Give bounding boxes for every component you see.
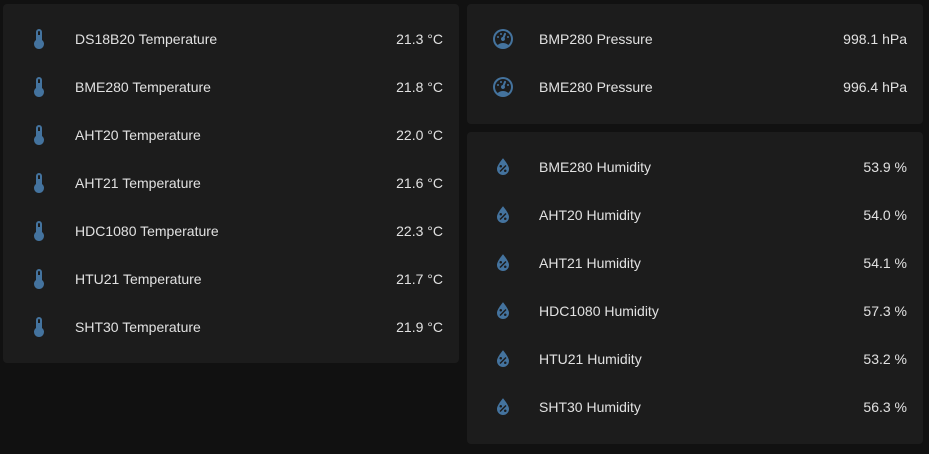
humidity-row-bme280[interactable]: BME280 Humidity 53.9 % bbox=[467, 143, 923, 191]
thermometer-icon bbox=[27, 27, 51, 51]
entity-value: 53.9 % bbox=[863, 159, 907, 175]
thermometer-icon bbox=[27, 75, 51, 99]
temperature-row-htu21[interactable]: HTU21 Temperature 21.7 °C bbox=[3, 255, 459, 303]
pressure-row-bme280[interactable]: BME280 Pressure 996.4 hPa bbox=[467, 63, 923, 111]
thermometer-icon bbox=[27, 267, 51, 291]
humidity-row-htu21[interactable]: HTU21 Humidity 53.2 % bbox=[467, 335, 923, 383]
entity-value: 54.0 % bbox=[863, 207, 907, 223]
thermometer-icon bbox=[27, 123, 51, 147]
entity-name: BME280 Temperature bbox=[75, 79, 211, 95]
temperature-row-hdc1080[interactable]: HDC1080 Temperature 22.3 °C bbox=[3, 207, 459, 255]
pressure-row-bmp280[interactable]: BMP280 Pressure 998.1 hPa bbox=[467, 15, 923, 63]
temperature-row-aht20[interactable]: AHT20 Temperature 22.0 °C bbox=[3, 111, 459, 159]
entity-name: HDC1080 Humidity bbox=[539, 303, 659, 319]
water-percent-icon bbox=[491, 155, 515, 179]
water-percent-icon bbox=[491, 251, 515, 275]
temperature-row-sht30[interactable]: SHT30 Temperature 21.9 °C bbox=[3, 303, 459, 351]
entity-value: 56.3 % bbox=[863, 399, 907, 415]
entity-value: 22.3 °C bbox=[396, 223, 443, 239]
pressure-card: BMP280 Pressure 998.1 hPa BME280 Pressur… bbox=[467, 4, 923, 124]
entity-value: 996.4 hPa bbox=[843, 79, 907, 95]
entity-name: AHT20 Temperature bbox=[75, 127, 201, 143]
temperature-row-ds18b20[interactable]: DS18B20 Temperature 21.3 °C bbox=[3, 15, 459, 63]
entity-name: DS18B20 Temperature bbox=[75, 31, 218, 47]
humidity-row-hdc1080[interactable]: HDC1080 Humidity 57.3 % bbox=[467, 287, 923, 335]
water-percent-icon bbox=[491, 347, 515, 371]
entity-name: BMP280 Pressure bbox=[539, 31, 653, 47]
humidity-card: BME280 Humidity 53.9 % AHT20 Humidity 54… bbox=[467, 132, 923, 444]
entity-name: HTU21 Humidity bbox=[539, 351, 642, 367]
entity-value: 21.7 °C bbox=[396, 271, 443, 287]
entity-value: 22.0 °C bbox=[396, 127, 443, 143]
thermometer-icon bbox=[27, 315, 51, 339]
entity-value: 54.1 % bbox=[863, 255, 907, 271]
gauge-icon bbox=[491, 27, 515, 51]
entity-value: 998.1 hPa bbox=[843, 31, 907, 47]
entity-name: SHT30 Temperature bbox=[75, 319, 201, 335]
humidity-row-sht30[interactable]: SHT30 Humidity 56.3 % bbox=[467, 383, 923, 431]
entity-name: AHT21 Temperature bbox=[75, 175, 201, 191]
entity-value: 57.3 % bbox=[863, 303, 907, 319]
entity-name: BME280 Humidity bbox=[539, 159, 652, 175]
entity-name: AHT21 Humidity bbox=[539, 255, 641, 271]
entity-name: SHT30 Humidity bbox=[539, 399, 641, 415]
entity-name: HTU21 Temperature bbox=[75, 271, 202, 287]
thermometer-icon bbox=[27, 219, 51, 243]
temperature-card: DS18B20 Temperature 21.3 °C BME280 Tempe… bbox=[3, 4, 459, 363]
thermometer-icon bbox=[27, 171, 51, 195]
entity-name: HDC1080 Temperature bbox=[75, 223, 219, 239]
entity-value: 21.8 °C bbox=[396, 79, 443, 95]
entity-value: 21.3 °C bbox=[396, 31, 443, 47]
humidity-row-aht20[interactable]: AHT20 Humidity 54.0 % bbox=[467, 191, 923, 239]
humidity-row-aht21[interactable]: AHT21 Humidity 54.1 % bbox=[467, 239, 923, 287]
entity-value: 21.9 °C bbox=[396, 319, 443, 335]
entity-name: BME280 Pressure bbox=[539, 79, 653, 95]
water-percent-icon bbox=[491, 299, 515, 323]
entity-value: 53.2 % bbox=[863, 351, 907, 367]
water-percent-icon bbox=[491, 395, 515, 419]
water-percent-icon bbox=[491, 203, 515, 227]
entity-name: AHT20 Humidity bbox=[539, 207, 641, 223]
temperature-row-bme280[interactable]: BME280 Temperature 21.8 °C bbox=[3, 63, 459, 111]
gauge-icon bbox=[491, 75, 515, 99]
entity-value: 21.6 °C bbox=[396, 175, 443, 191]
temperature-row-aht21[interactable]: AHT21 Temperature 21.6 °C bbox=[3, 159, 459, 207]
